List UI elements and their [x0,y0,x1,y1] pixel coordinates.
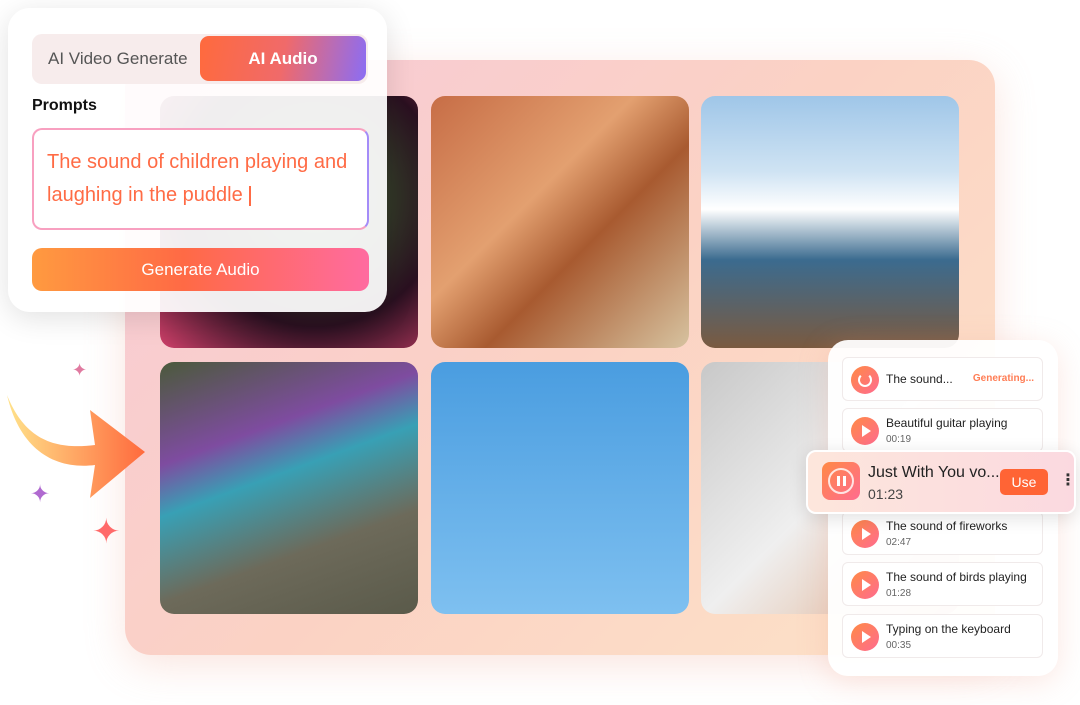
mode-tabs: AI Video Generate AI Audio [32,34,368,84]
prompt-text: The sound of children playing and laughi… [47,151,348,206]
item-duration: 00:19 [886,434,912,445]
generate-audio-button[interactable]: Generate Audio [32,248,369,291]
item-title: Beautiful guitar playing [886,416,1008,430]
item-title: The sound of birds playing [886,570,1027,584]
child-umbrella-image[interactable] [160,362,418,614]
tab-ai-audio[interactable]: AI Audio [200,36,366,81]
list-item[interactable]: The sound of birds playing 01:28 [842,562,1043,606]
prompt-input[interactable]: The sound of children playing and laughi… [32,128,369,230]
guitar-image[interactable] [431,96,689,348]
list-item[interactable]: The sound of fireworks 02:47 [842,511,1043,555]
play-icon[interactable] [851,571,879,599]
list-item[interactable]: Beautiful guitar playing 00:19 [842,408,1043,452]
item-title: Typing on the keyboard [886,622,1011,636]
sparkle-icon: ✦ [30,481,51,508]
play-icon[interactable] [851,623,879,651]
arrow-icon [7,395,145,498]
generating-status: Generating... [972,373,1034,384]
tab-ai-video-generate[interactable]: AI Video Generate [48,49,188,69]
item-title: The sound... [886,372,953,386]
list-item-generating[interactable]: The sound... Generating... [842,357,1043,401]
pause-icon[interactable] [822,462,860,500]
playing-duration: 01:23 [868,486,904,502]
prompts-label: Prompts [32,97,97,114]
playing-title: Just With You vo... [868,464,1000,481]
use-button[interactable]: Use [1000,469,1048,495]
item-duration: 01:28 [886,588,912,599]
item-duration: 02:47 [886,537,912,548]
play-icon[interactable] [851,520,879,548]
more-options-icon[interactable]: ⋮ [1060,470,1076,490]
sparkle-icon: ✦ [92,513,121,551]
now-playing-card[interactable]: Just With You vo... 01:23 Use ⋮ [806,450,1076,514]
play-icon[interactable] [851,417,879,445]
list-item[interactable]: Typing on the keyboard 00:35 [842,614,1043,658]
item-title: The sound of fireworks [886,519,1008,533]
generator-panel: AI Video Generate AI Audio Prompts The s… [8,8,387,312]
bird-image[interactable] [431,362,689,614]
item-duration: 00:35 [886,640,912,651]
text-caret [248,185,251,206]
loading-icon [851,366,879,394]
sparkle-icon: ✦ [72,360,88,380]
ocean-waves-image[interactable] [701,96,959,348]
